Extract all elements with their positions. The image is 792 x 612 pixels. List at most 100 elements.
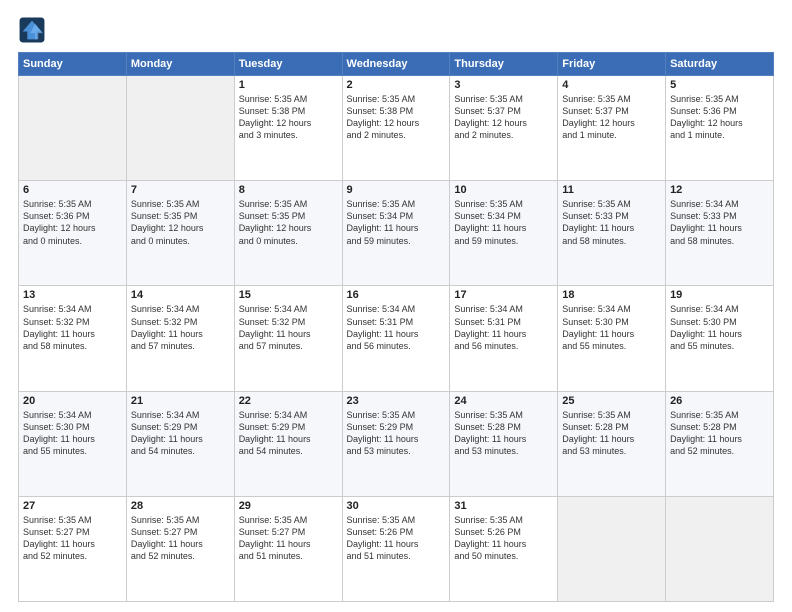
day-number: 21 — [131, 395, 230, 407]
day-number: 11 — [562, 184, 661, 196]
day-info: Sunrise: 5:35 AM Sunset: 5:37 PM Dayligh… — [562, 93, 661, 142]
day-info: Sunrise: 5:34 AM Sunset: 5:31 PM Dayligh… — [454, 303, 553, 352]
day-number: 25 — [562, 395, 661, 407]
day-number: 1 — [239, 79, 338, 91]
day-info: Sunrise: 5:35 AM Sunset: 5:28 PM Dayligh… — [562, 409, 661, 458]
page: SundayMondayTuesdayWednesdayThursdayFrid… — [0, 0, 792, 612]
calendar-cell: 11 Sunrise: 5:35 AM Sunset: 5:33 PM Dayli… — [558, 181, 666, 286]
day-info: Sunrise: 5:35 AM Sunset: 5:28 PM Dayligh… — [454, 409, 553, 458]
logo-icon — [18, 16, 46, 44]
calendar-cell: 19 Sunrise: 5:34 AM Sunset: 5:30 PM Dayli… — [666, 286, 774, 391]
day-number: 22 — [239, 395, 338, 407]
calendar-cell: 9 Sunrise: 5:35 AM Sunset: 5:34 PM Daylig… — [342, 181, 450, 286]
day-number: 3 — [454, 79, 553, 91]
day-number: 28 — [131, 500, 230, 512]
calendar-cell: 5 Sunrise: 5:35 AM Sunset: 5:36 PM Daylig… — [666, 76, 774, 181]
day-number: 24 — [454, 395, 553, 407]
calendar-cell: 21 Sunrise: 5:34 AM Sunset: 5:29 PM Dayli… — [126, 391, 234, 496]
calendar-cell: 6 Sunrise: 5:35 AM Sunset: 5:36 PM Daylig… — [19, 181, 127, 286]
day-info: Sunrise: 5:35 AM Sunset: 5:38 PM Dayligh… — [347, 93, 446, 142]
calendar-cell: 8Sunrise: 5:35 AM Sunset: 5:35 PM Daylig… — [234, 181, 342, 286]
day-info: Sunrise: 5:35 AM Sunset: 5:26 PM Dayligh… — [454, 514, 553, 563]
day-info: Sunrise: 5:35 AM Sunset: 5:38 PM Dayligh… — [239, 93, 338, 142]
day-number: 16 — [347, 289, 446, 301]
day-number: 26 — [670, 395, 769, 407]
day-number: 20 — [23, 395, 122, 407]
day-info: Sunrise: 5:34 AM Sunset: 5:31 PM Dayligh… — [347, 303, 446, 352]
calendar-cell — [558, 496, 666, 601]
calendar-cell: 10 Sunrise: 5:35 AM Sunset: 5:34 PM Dayli… — [450, 181, 558, 286]
calendar-cell: 13Sunrise: 5:34 AM Sunset: 5:32 PM Dayli… — [19, 286, 127, 391]
day-info: Sunrise: 5:35 AM Sunset: 5:27 PM Dayligh… — [131, 514, 230, 563]
calendar-header-thursday: Thursday — [450, 53, 558, 76]
day-number: 9 — [347, 184, 446, 196]
calendar-cell: 26 Sunrise: 5:35 AM Sunset: 5:28 PM Dayli… — [666, 391, 774, 496]
day-info: Sunrise: 5:35 AM Sunset: 5:37 PM Dayligh… — [454, 93, 553, 142]
calendar-cell: 4Sunrise: 5:35 AM Sunset: 5:37 PM Daylig… — [558, 76, 666, 181]
day-info: Sunrise: 5:34 AM Sunset: 5:29 PM Dayligh… — [131, 409, 230, 458]
day-number: 23 — [347, 395, 446, 407]
day-number: 18 — [562, 289, 661, 301]
day-number: 5 — [670, 79, 769, 91]
calendar-cell: 23 Sunrise: 5:35 AM Sunset: 5:29 PM Dayli… — [342, 391, 450, 496]
calendar-cell: 16 Sunrise: 5:34 AM Sunset: 5:31 PM Dayli… — [342, 286, 450, 391]
calendar-cell: 27Sunrise: 5:35 AM Sunset: 5:27 PM Dayli… — [19, 496, 127, 601]
day-info: Sunrise: 5:35 AM Sunset: 5:28 PM Dayligh… — [670, 409, 769, 458]
calendar-cell: 20 Sunrise: 5:34 AM Sunset: 5:30 PM Dayli… — [19, 391, 127, 496]
calendar-cell — [19, 76, 127, 181]
calendar-week-row: 13Sunrise: 5:34 AM Sunset: 5:32 PM Dayli… — [19, 286, 774, 391]
day-info: Sunrise: 5:35 AM Sunset: 5:27 PM Dayligh… — [239, 514, 338, 563]
day-info: Sunrise: 5:34 AM Sunset: 5:33 PM Dayligh… — [670, 198, 769, 247]
day-info: Sunrise: 5:34 AM Sunset: 5:32 PM Dayligh… — [131, 303, 230, 352]
day-info: Sunrise: 5:35 AM Sunset: 5:29 PM Dayligh… — [347, 409, 446, 458]
day-number: 27 — [23, 500, 122, 512]
calendar-week-row: 1 Sunrise: 5:35 AM Sunset: 5:38 PM Daylig… — [19, 76, 774, 181]
day-number: 12 — [670, 184, 769, 196]
day-number: 29 — [239, 500, 338, 512]
calendar-cell: 15 Sunrise: 5:34 AM Sunset: 5:32 PM Dayli… — [234, 286, 342, 391]
day-info: Sunrise: 5:34 AM Sunset: 5:30 PM Dayligh… — [670, 303, 769, 352]
calendar-header-monday: Monday — [126, 53, 234, 76]
calendar-cell: 28 Sunrise: 5:35 AM Sunset: 5:27 PM Dayli… — [126, 496, 234, 601]
day-info: Sunrise: 5:35 AM Sunset: 5:36 PM Dayligh… — [23, 198, 122, 247]
calendar-cell: 18 Sunrise: 5:34 AM Sunset: 5:30 PM Dayli… — [558, 286, 666, 391]
calendar-cell — [126, 76, 234, 181]
calendar-header-sunday: Sunday — [19, 53, 127, 76]
calendar-header-saturday: Saturday — [666, 53, 774, 76]
day-info: Sunrise: 5:35 AM Sunset: 5:36 PM Dayligh… — [670, 93, 769, 142]
day-info: Sunrise: 5:34 AM Sunset: 5:32 PM Dayligh… — [239, 303, 338, 352]
day-info: Sunrise: 5:34 AM Sunset: 5:32 PM Dayligh… — [23, 303, 122, 352]
day-number: 6 — [23, 184, 122, 196]
calendar-week-row: 20 Sunrise: 5:34 AM Sunset: 5:30 PM Dayli… — [19, 391, 774, 496]
calendar-cell: 2Sunrise: 5:35 AM Sunset: 5:38 PM Daylig… — [342, 76, 450, 181]
day-number: 15 — [239, 289, 338, 301]
day-info: Sunrise: 5:34 AM Sunset: 5:29 PM Dayligh… — [239, 409, 338, 458]
calendar-cell: 14Sunrise: 5:34 AM Sunset: 5:32 PM Dayli… — [126, 286, 234, 391]
day-number: 19 — [670, 289, 769, 301]
calendar-cell: 30Sunrise: 5:35 AM Sunset: 5:26 PM Dayli… — [342, 496, 450, 601]
calendar-cell: 29 Sunrise: 5:35 AM Sunset: 5:27 PM Dayli… — [234, 496, 342, 601]
logo — [18, 16, 50, 44]
calendar-cell: 3 Sunrise: 5:35 AM Sunset: 5:37 PM Daylig… — [450, 76, 558, 181]
day-info: Sunrise: 5:35 AM Sunset: 5:34 PM Dayligh… — [347, 198, 446, 247]
day-info: Sunrise: 5:35 AM Sunset: 5:33 PM Dayligh… — [562, 198, 661, 247]
day-number: 17 — [454, 289, 553, 301]
day-number: 8 — [239, 184, 338, 196]
calendar-week-row: 6 Sunrise: 5:35 AM Sunset: 5:36 PM Daylig… — [19, 181, 774, 286]
calendar-header-row: SundayMondayTuesdayWednesdayThursdayFrid… — [19, 53, 774, 76]
day-info: Sunrise: 5:34 AM Sunset: 5:30 PM Dayligh… — [562, 303, 661, 352]
day-number: 7 — [131, 184, 230, 196]
day-info: Sunrise: 5:34 AM Sunset: 5:30 PM Dayligh… — [23, 409, 122, 458]
day-info: Sunrise: 5:35 AM Sunset: 5:26 PM Dayligh… — [347, 514, 446, 563]
day-number: 31 — [454, 500, 553, 512]
calendar-table: SundayMondayTuesdayWednesdayThursdayFrid… — [18, 52, 774, 602]
calendar-header-friday: Friday — [558, 53, 666, 76]
day-number: 10 — [454, 184, 553, 196]
calendar-cell: 1 Sunrise: 5:35 AM Sunset: 5:38 PM Daylig… — [234, 76, 342, 181]
day-info: Sunrise: 5:35 AM Sunset: 5:35 PM Dayligh… — [131, 198, 230, 247]
calendar-cell: 31 Sunrise: 5:35 AM Sunset: 5:26 PM Dayli… — [450, 496, 558, 601]
day-info: Sunrise: 5:35 AM Sunset: 5:34 PM Dayligh… — [454, 198, 553, 247]
calendar-week-row: 27 Sunrise: 5:35 AM Sunset: 5:27 PM Dayli… — [19, 496, 774, 601]
calendar-cell: 7 Sunrise: 5:35 AM Sunset: 5:35 PM Daylig… — [126, 181, 234, 286]
calendar-header-wednesday: Wednesday — [342, 53, 450, 76]
